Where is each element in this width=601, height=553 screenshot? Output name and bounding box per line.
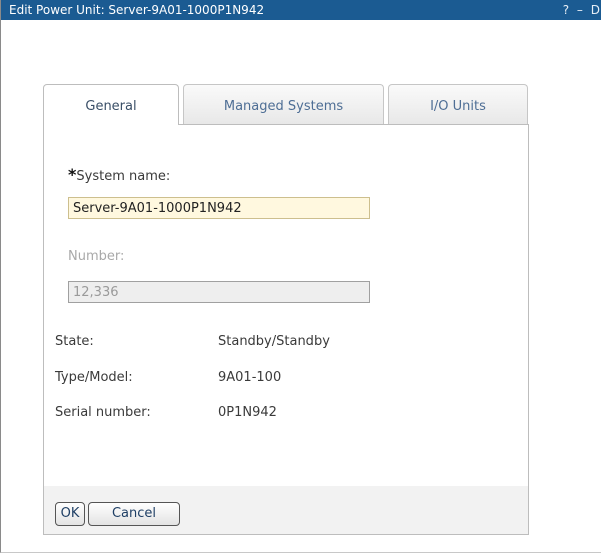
cancel-button[interactable]: Cancel xyxy=(88,502,180,526)
edit-power-unit-dialog: Edit Power Unit: Server-9A01-1000P1N942 … xyxy=(0,0,601,553)
title-bar[interactable]: Edit Power Unit: Server-9A01-1000P1N942 … xyxy=(1,0,601,20)
state-label: State: xyxy=(55,334,94,349)
window-title: Edit Power Unit: Server-9A01-1000P1N942 xyxy=(9,3,265,17)
ok-button[interactable]: OK xyxy=(55,502,85,526)
tab-io-units[interactable]: I/O Units xyxy=(388,84,528,124)
tab-strip: General Managed Systems I/O Units xyxy=(43,84,529,125)
minimize-icon[interactable]: – xyxy=(577,3,583,17)
type-model-label: Type/Model: xyxy=(55,370,133,385)
tab-general[interactable]: General xyxy=(43,84,179,125)
number-label: Number: xyxy=(68,249,125,264)
general-tab-panel: *System name: Number: State: Standby/Sta… xyxy=(43,124,529,487)
tab-managed-systems[interactable]: Managed Systems xyxy=(183,84,384,124)
window-controls: ? – D xyxy=(559,2,600,18)
serial-number-value: 0P1N942 xyxy=(218,405,277,420)
number-input xyxy=(68,281,370,303)
state-value: Standby/Standby xyxy=(218,334,330,349)
help-icon[interactable]: ? xyxy=(563,3,569,17)
button-bar: OK Cancel xyxy=(43,486,529,535)
system-name-label-text: System name: xyxy=(76,169,171,184)
system-name-label: *System name: xyxy=(68,165,170,184)
restore-icon[interactable]: D xyxy=(591,3,600,17)
serial-number-label: Serial number: xyxy=(55,405,151,420)
type-model-value: 9A01-100 xyxy=(218,370,282,385)
system-name-input[interactable] xyxy=(68,197,370,219)
